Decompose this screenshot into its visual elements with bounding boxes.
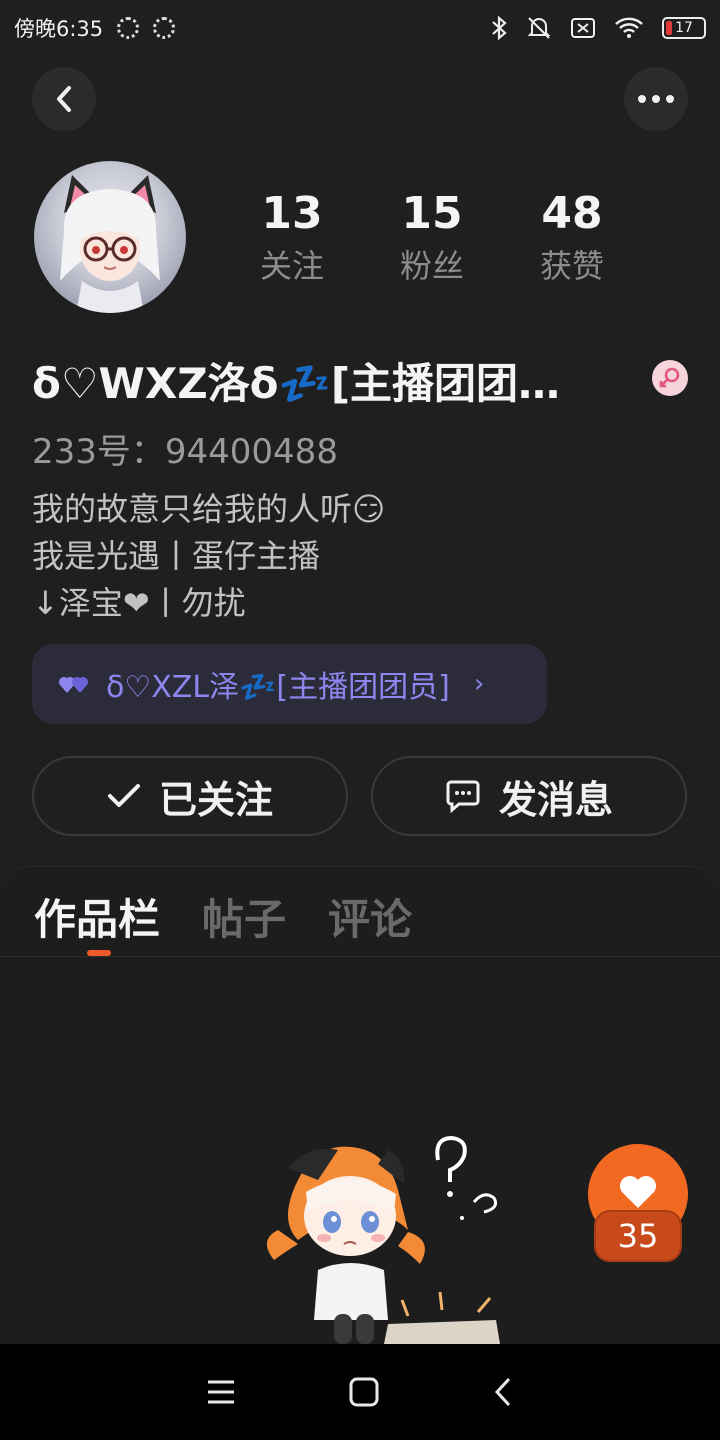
stat-followers[interactable]: 15 粉丝 [362,186,502,290]
battery-level: 17 [675,20,693,36]
stat-label: 关注 [259,247,324,285]
send-message-label: 发消息 [498,777,613,822]
stat-value: 48 [541,188,603,239]
more-button[interactable] [624,67,688,131]
avatar-character-image [60,175,160,313]
back-button[interactable] [32,67,96,131]
female-gender-icon [652,360,688,396]
stat-value: 13 [261,188,323,239]
stat-label: 获赞 [539,247,604,285]
home-icon[interactable] [348,1376,380,1408]
like-count-badge: 35 [594,1210,682,1262]
chevron-left-icon [57,86,71,112]
linked-profile-tag[interactable]: δ♡XZL泽💤[主播团团员] › [32,644,547,724]
back-icon[interactable] [492,1376,514,1408]
status-time: 傍晚6:35 [14,17,104,41]
menu-icon[interactable] [206,1379,236,1405]
empty-state-illustration [266,1135,500,1344]
avatar[interactable] [34,161,186,313]
bio-line: ↓泽宝❤丨勿扰 [32,584,246,622]
battery-icon: 17 [662,17,706,39]
more-dots-icon [638,95,674,103]
bio-line: 我的故意只给我的人听😏 [32,490,386,528]
tab-comments[interactable]: 评论 [328,886,412,947]
status-bar: 傍晚6:35 17 [0,0,720,56]
profile-nickname: δ♡WXZ洛δ💤[主播团团… [32,359,561,408]
stat-label: 粉丝 [399,247,464,285]
linked-tag-label: δ♡XZL泽💤[主播团团员] [106,670,450,705]
chevron-right-icon: › [473,669,485,699]
following-label: 已关注 [158,777,273,822]
check-icon [107,784,140,807]
bio-line: 我是光遇丨蛋仔主播 [32,537,321,575]
stat-value: 15 [401,188,463,239]
bell-muted-icon [527,17,551,39]
chat-bubble-icon [446,780,480,813]
content-tabs: 作品栏 帖子 评论 [34,886,412,947]
stat-likes: 48 获赞 [502,186,642,290]
user-id: 233号：94400488 [32,432,338,472]
tab-works[interactable]: 作品栏 [34,886,160,947]
profile-bio: 我的故意只给我的人听😏 我是光遇丨蛋仔主播 ↓泽宝❤丨勿扰 [32,486,385,627]
stat-following[interactable]: 13 关注 [222,186,362,290]
tabs-divider [0,956,720,957]
send-message-button[interactable]: 发消息 [371,756,687,836]
heart-icon [620,1176,656,1208]
profile-stats: 13 关注 15 粉丝 48 获赞 [222,186,662,290]
bluetooth-icon [492,15,507,41]
sim-off-icon [571,18,595,38]
notification-icon [117,17,140,39]
wifi-icon [615,17,643,38]
following-button[interactable]: 已关注 [32,756,348,836]
double-heart-icon [59,677,88,693]
system-nav-bar [0,1344,720,1440]
notification-icon [153,17,176,39]
tab-posts[interactable]: 帖子 [202,886,286,947]
